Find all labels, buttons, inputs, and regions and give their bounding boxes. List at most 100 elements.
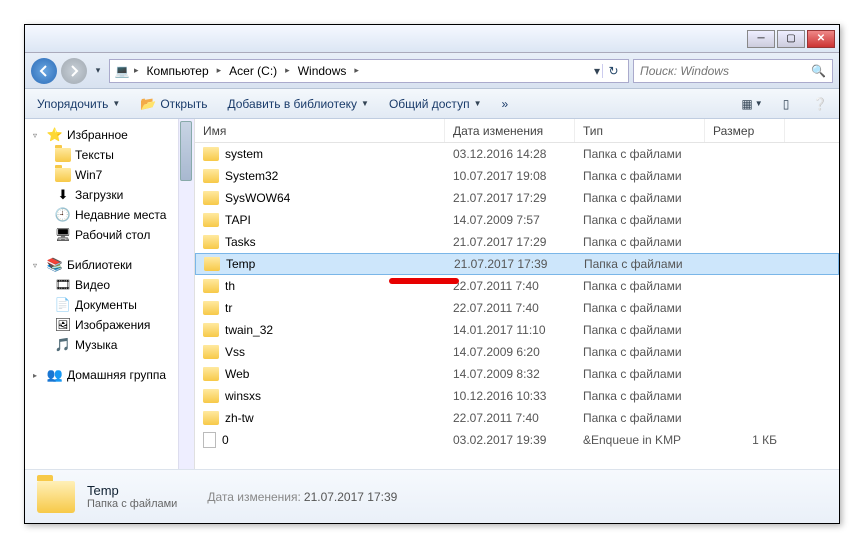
chevron-right-icon[interactable]: ▸ <box>215 65 224 76</box>
file-date: 21.07.2017 17:29 <box>445 191 575 205</box>
file-row[interactable]: Vss14.07.2009 6:20Папка с файлами <box>195 341 839 363</box>
file-row[interactable]: TAPI14.07.2009 7:57Папка с файлами <box>195 209 839 231</box>
file-list: Имя Дата изменения Тип Размер system03.1… <box>195 119 839 469</box>
file-date: 22.07.2011 7:40 <box>445 411 575 425</box>
breadcrumb-item[interactable]: Компьютер <box>143 64 213 78</box>
open-button[interactable]: 📂 Открыть <box>136 94 211 114</box>
sidebar-item-label: Музыка <box>75 338 117 352</box>
sidebar-item-label: Рабочий стол <box>75 228 150 242</box>
column-header-date[interactable]: Дата изменения <box>445 119 575 142</box>
folder-open-icon: 📂 <box>140 96 156 112</box>
sidebar-item[interactable]: 🕘Недавние места <box>33 205 190 225</box>
file-name: winsxs <box>225 389 261 403</box>
scrollbar-thumb[interactable] <box>180 121 192 181</box>
file-date: 14.01.2017 11:10 <box>445 323 575 337</box>
file-type: Папка с файлами <box>575 147 705 161</box>
documents-icon: 📄 <box>55 297 71 313</box>
sidebar-scrollbar[interactable] <box>178 119 194 469</box>
refresh-button[interactable]: ↻ <box>602 64 624 78</box>
minimize-button[interactable]: ─ <box>747 30 775 48</box>
sidebar-label: Избранное <box>67 128 128 142</box>
file-size: 1 КБ <box>705 433 785 447</box>
details-pane: Temp Папка с файлами Дата изменения: 21.… <box>25 469 839 523</box>
preview-pane-button[interactable]: ▯ <box>775 93 797 115</box>
addlib-label: Добавить в библиотеку <box>227 97 357 111</box>
folder-icon <box>203 367 219 381</box>
toolbar: Упорядочить ▼ 📂 Открыть Добавить в библи… <box>25 89 839 119</box>
organize-button[interactable]: Упорядочить ▼ <box>33 95 124 113</box>
downloads-icon: ⬇ <box>55 187 71 203</box>
file-row[interactable]: System3210.07.2017 19:08Папка с файлами <box>195 165 839 187</box>
file-row[interactable]: th22.07.2011 7:40Папка с файлами <box>195 275 839 297</box>
chevron-down-icon: ▼ <box>361 99 369 108</box>
folder-icon <box>203 345 219 359</box>
folder-icon <box>204 257 220 271</box>
sidebar-item-label: Win7 <box>75 168 102 182</box>
recent-icon: 🕘 <box>55 207 71 223</box>
music-icon: 🎵 <box>55 337 71 353</box>
search-box[interactable]: 🔍 <box>633 59 833 83</box>
file-row[interactable]: Tasks21.07.2017 17:29Папка с файлами <box>195 231 839 253</box>
details-meta: Дата изменения: 21.07.2017 17:39 <box>207 490 397 504</box>
chevron-right-icon[interactable]: ▸ <box>132 65 141 76</box>
navbar: ▾ 💻 ▸ Компьютер ▸ Acer (C:) ▸ Windows ▸ … <box>25 53 839 89</box>
sidebar: ▿ ⭐ Избранное Тексты Win7 ⬇Загрузки 🕘Нед… <box>25 119 195 469</box>
breadcrumb[interactable]: 💻 ▸ Компьютер ▸ Acer (C:) ▸ Windows ▸ ▾ … <box>109 59 629 83</box>
view-button[interactable]: ▦▼ <box>741 93 763 115</box>
share-button[interactable]: Общий доступ ▼ <box>385 95 486 113</box>
organize-label: Упорядочить <box>37 97 108 111</box>
more-button[interactable]: » <box>497 95 512 113</box>
close-button[interactable]: ✕ <box>807 30 835 48</box>
details-type: Папка с файлами <box>87 498 177 510</box>
breadcrumb-item[interactable]: Windows <box>294 64 351 78</box>
file-row[interactable]: system03.12.2016 14:28Папка с файлами <box>195 143 839 165</box>
sidebar-favorites[interactable]: ▿ ⭐ Избранное <box>33 125 190 145</box>
sidebar-item[interactable]: 🖼Изображения <box>33 315 190 335</box>
sidebar-item[interactable]: Тексты <box>33 145 190 165</box>
forward-button[interactable] <box>61 58 87 84</box>
column-header-type[interactable]: Тип <box>575 119 705 142</box>
share-label: Общий доступ <box>389 97 470 111</box>
file-date: 10.12.2016 10:33 <box>445 389 575 403</box>
file-date: 14.07.2009 6:20 <box>445 345 575 359</box>
file-row[interactable]: twain_3214.01.2017 11:10Папка с файлами <box>195 319 839 341</box>
file-name: tr <box>225 301 232 315</box>
sidebar-homegroup[interactable]: ▸ 👥 Домашняя группа <box>33 365 190 385</box>
column-header-size[interactable]: Размер <box>705 119 785 142</box>
breadcrumb-dropdown[interactable]: ▾ <box>594 64 600 78</box>
expand-icon: ▿ <box>33 261 43 270</box>
file-row[interactable]: 003.02.2017 19:39&Enqueue in KMP1 КБ <box>195 429 839 451</box>
back-button[interactable] <box>31 58 57 84</box>
folder-icon <box>203 389 219 403</box>
file-row[interactable]: tr22.07.2011 7:40Папка с файлами <box>195 297 839 319</box>
file-row[interactable]: zh-tw22.07.2011 7:40Папка с файлами <box>195 407 839 429</box>
file-type: Папка с файлами <box>575 323 705 337</box>
file-row[interactable]: Web14.07.2009 8:32Папка с файлами <box>195 363 839 385</box>
sidebar-item[interactable]: Win7 <box>33 165 190 185</box>
folder-icon <box>203 213 219 227</box>
search-input[interactable] <box>640 64 807 78</box>
file-row[interactable]: Temp21.07.2017 17:39Папка с файлами <box>195 253 839 275</box>
sidebar-item[interactable]: 🖥Рабочий стол <box>33 225 190 245</box>
sidebar-item-label: Изображения <box>75 318 150 332</box>
sidebar-item[interactable]: 📄Документы <box>33 295 190 315</box>
file-type: Папка с файлами <box>576 257 706 271</box>
chevron-right-icon[interactable]: ▸ <box>352 65 361 76</box>
help-button[interactable]: ❔ <box>809 93 831 115</box>
folder-icon <box>203 147 219 161</box>
sidebar-item[interactable]: 🎞Видео <box>33 275 190 295</box>
breadcrumb-item[interactable]: Acer (C:) <box>225 64 281 78</box>
column-header-name[interactable]: Имя <box>195 119 445 142</box>
maximize-button[interactable]: ▢ <box>777 30 805 48</box>
sidebar-libraries[interactable]: ▿ 📚 Библиотеки <box>33 255 190 275</box>
file-name: Tasks <box>225 235 256 249</box>
expand-icon: ▸ <box>33 371 43 380</box>
sidebar-item[interactable]: 🎵 Музыка <box>33 335 190 355</box>
file-row[interactable]: winsxs10.12.2016 10:33Папка с файлами <box>195 385 839 407</box>
file-row[interactable]: SysWOW6421.07.2017 17:29Папка с файлами <box>195 187 839 209</box>
history-dropdown[interactable]: ▾ <box>91 65 105 76</box>
add-to-library-button[interactable]: Добавить в библиотеку ▼ <box>223 95 372 113</box>
file-type: Папка с файлами <box>575 279 705 293</box>
sidebar-item[interactable]: ⬇Загрузки <box>33 185 190 205</box>
chevron-right-icon[interactable]: ▸ <box>283 65 292 76</box>
